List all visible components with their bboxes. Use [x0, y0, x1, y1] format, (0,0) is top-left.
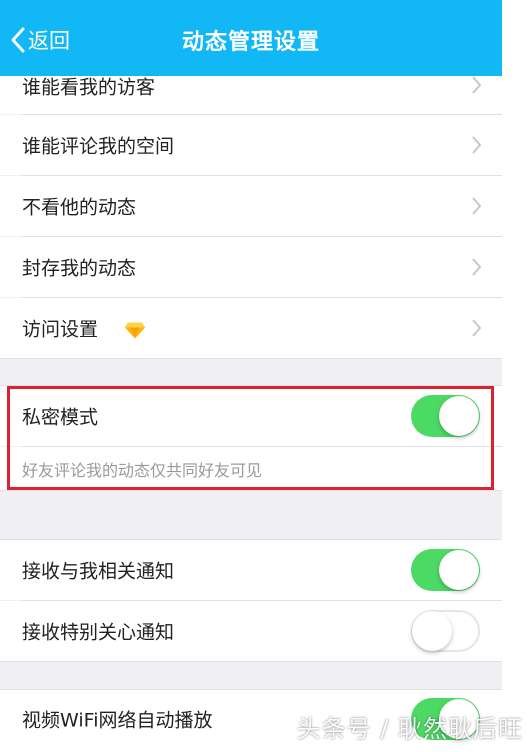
list-item-label: 谁能看我的访客 [22, 76, 156, 98]
privacy-mode-description: 好友评论我的动态仅共同好友可见 [22, 460, 263, 480]
chevron-right-icon [472, 75, 482, 94]
notify-special-care-toggle[interactable] [411, 610, 480, 652]
notify-related-toggle[interactable] [411, 549, 480, 591]
settings-screen: 返回 动态管理设置 谁能看我的访客 谁能评论我的空间 不看他的动态 封存我的动态… [0, 0, 502, 752]
privacy-mode-description-row: 好友评论我的动态仅共同好友可见 [0, 447, 502, 490]
divider [0, 661, 502, 662]
toggle-knob [439, 396, 479, 436]
list-item-label: 谁能评论我的空间 [22, 135, 175, 158]
notify-related-row: 接收与我相关通知 [0, 540, 502, 600]
list-item-archive-my-feed[interactable]: 封存我的动态 [0, 237, 502, 297]
diamond-icon [125, 322, 146, 338]
notify-special-care-label: 接收特别关心通知 [22, 621, 175, 644]
video-autoplay-label: 视频WiFi网络自动播放 [22, 709, 213, 732]
access-settings-label: 访问设置 [22, 318, 99, 341]
privacy-mode-row: 私密模式 [0, 386, 502, 446]
notify-related-label: 接收与我相关通知 [22, 560, 175, 583]
list-item-label: 封存我的动态 [22, 257, 137, 280]
watermark-text: 头条号 / 耿然耿后旺 [296, 715, 523, 743]
list-item-label: 访问设置 [22, 315, 146, 342]
list-item-label: 不看他的动态 [22, 196, 137, 219]
chevron-right-icon [472, 197, 482, 215]
notify-special-care-row: 接收特别关心通知 [0, 601, 502, 661]
nav-bar: 返回 动态管理设置 [0, 0, 502, 76]
toggle-knob [439, 550, 479, 590]
divider [0, 358, 502, 359]
list-item-space-comment-permission[interactable]: 谁能评论我的空间 [0, 115, 502, 175]
chevron-right-icon [472, 258, 482, 276]
page-title: 动态管理设置 [181, 30, 320, 55]
list-item-access-settings[interactable]: 访问设置 [0, 298, 502, 358]
privacy-mode-toggle[interactable] [411, 395, 480, 437]
privacy-mode-label: 私密模式 [22, 406, 99, 429]
chevron-right-icon [472, 319, 482, 337]
list-item-hide-their-feed[interactable]: 不看他的动态 [0, 176, 502, 236]
toggle-knob [412, 611, 452, 651]
chevron-right-icon [472, 136, 482, 154]
divider [0, 490, 502, 491]
